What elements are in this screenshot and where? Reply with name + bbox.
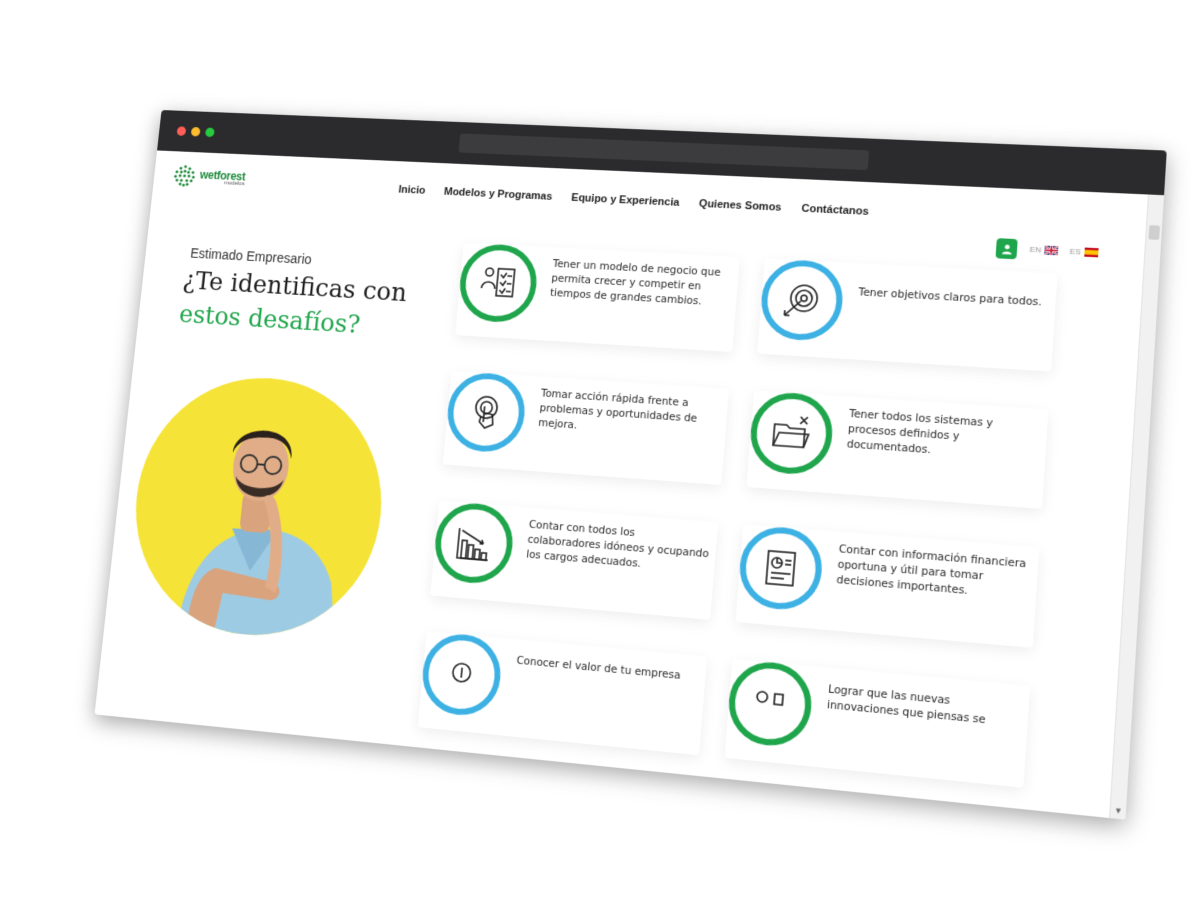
challenge-text: Lograr que las nuevas innovaciones que p…: [826, 683, 987, 727]
main-nav: Inicio Modelos y Programas Equipo y Expe…: [398, 184, 869, 218]
challenge-text: Tener todos los sistemas y procesos defi…: [846, 407, 994, 457]
language-es-label: ES: [1069, 246, 1082, 257]
challenge-text: Tener objetivos claros para todos.: [857, 286, 1043, 309]
challenge-card: Conocer el valor de tu empresa: [417, 631, 708, 756]
financial-report-icon: [736, 524, 825, 613]
challenge-text: Tener un modelo de negocio que permita c…: [549, 258, 722, 308]
folder-icon: [747, 390, 836, 477]
user-icon: [1001, 243, 1012, 255]
minimize-window-button[interactable]: [190, 126, 201, 137]
uk-flag-icon: [1044, 245, 1059, 256]
scroll-down-icon[interactable]: ▾: [1110, 805, 1126, 817]
challenge-text: Conocer el valor de tu empresa: [516, 654, 682, 682]
logo-tree-icon: [173, 165, 195, 187]
language-es-button[interactable]: ES: [1069, 246, 1099, 258]
challenge-text: Contar con información financiera oportu…: [836, 543, 1027, 598]
site-logo[interactable]: wetforest modelos: [171, 162, 247, 191]
nav-inicio[interactable]: Inicio: [398, 184, 426, 197]
browser-window: wetforest modelos Inicio Modelos y Progr…: [94, 110, 1167, 820]
valuation-icon: [419, 631, 504, 719]
spain-flag-icon: [1083, 247, 1099, 258]
scrollbar-thumb[interactable]: [1148, 225, 1161, 240]
user-account-button[interactable]: [995, 238, 1018, 260]
checklist-icon: [456, 242, 540, 325]
challenge-card: Contar con información financiera oportu…: [735, 524, 1040, 648]
challenge-card: Tener objetivos claros para todos.: [757, 258, 1058, 372]
page-scrollbar[interactable]: ▾: [1109, 194, 1165, 820]
web-page: wetforest modelos Inicio Modelos y Progr…: [94, 150, 1165, 820]
language-en-label: EN: [1029, 244, 1042, 255]
touch-target-icon: [444, 370, 529, 455]
address-bar[interactable]: [458, 133, 870, 171]
nav-quienes-somos[interactable]: Quienes Somos: [698, 198, 781, 214]
challenge-text: Contar con todos los colaboradores idóne…: [525, 518, 710, 570]
target-icon: [758, 258, 846, 343]
hero-image: [122, 370, 394, 646]
nav-equipo-experiencia[interactable]: Equipo y Experiencia: [571, 192, 680, 209]
challenge-card: Lograr que las nuevas innovaciones que p…: [724, 658, 1031, 788]
challenge-card: Tener todos los sistemas y procesos defi…: [746, 390, 1049, 509]
hero-eyebrow: Estimado Empresario: [189, 245, 313, 267]
nav-contactanos[interactable]: Contáctanos: [801, 203, 869, 218]
nav-modelos-programas[interactable]: Modelos y Programas: [443, 186, 552, 203]
hero-headline: ¿Te identificas con estos desafíos?: [177, 264, 422, 346]
challenge-card: Tomar acción rápida frente a problemas y…: [442, 370, 730, 486]
browser-mockup: wetforest modelos Inicio Modelos y Progr…: [94, 110, 1167, 820]
challenge-card: Contar con todos los colaboradores idóne…: [430, 500, 719, 620]
close-window-button[interactable]: [176, 126, 187, 136]
thinking-man-illustration: [177, 428, 346, 643]
logo-subtitle: modelos: [223, 180, 245, 188]
challenge-card: Tener un modelo de negocio que permita c…: [455, 242, 740, 353]
maximize-window-button[interactable]: [204, 127, 215, 138]
innovation-icon: [725, 658, 815, 750]
bar-chart-icon: [431, 500, 517, 587]
language-en-button[interactable]: EN: [1029, 244, 1059, 256]
challenge-text: Tomar acción rápida frente a problemas y…: [537, 387, 698, 432]
